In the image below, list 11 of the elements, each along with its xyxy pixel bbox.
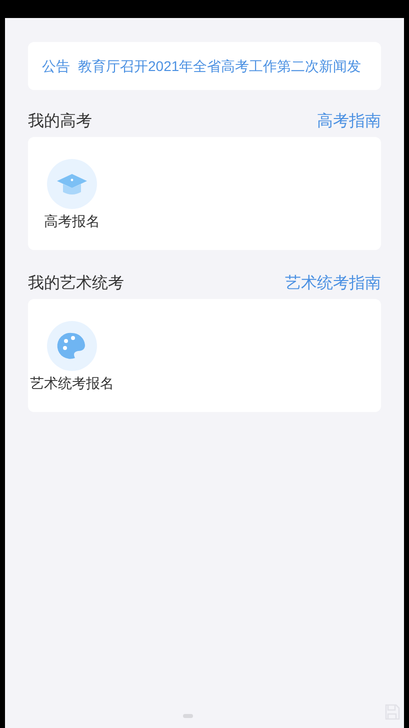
palette-icon	[47, 321, 97, 371]
graduation-cap-icon	[47, 159, 97, 209]
guide-link[interactable]: 高考指南	[317, 110, 381, 134]
notice-text: 教育厅召开2021年全省高考工作第二次新闻发	[78, 56, 362, 76]
entry-button[interactable]: 艺术统考报名	[28, 321, 116, 394]
notice-bar[interactable]: 公告 教育厅召开2021年全省高考工作第二次新闻发	[28, 42, 381, 90]
guide-link[interactable]: 艺术统考指南	[285, 272, 381, 296]
entry-button[interactable]: 高考报名	[28, 159, 116, 232]
section-title: 我的艺术统考	[28, 274, 124, 294]
notice-tag: 公告	[42, 56, 70, 76]
section-title: 我的高考	[28, 112, 92, 132]
